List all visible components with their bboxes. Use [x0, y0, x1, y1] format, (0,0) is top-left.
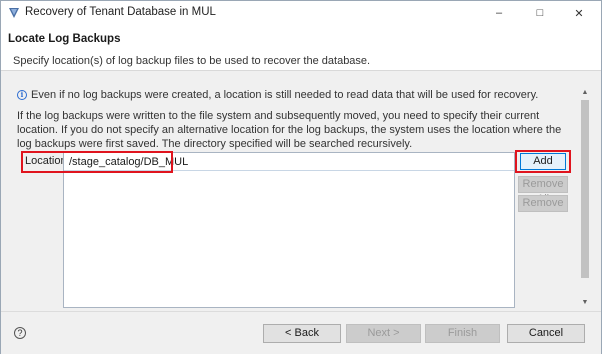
wizard-footer: ? < Back Next > Finish Cancel	[1, 311, 601, 354]
window-title: Recovery of Tenant Database in MUL	[25, 6, 216, 18]
info-text: Even if no log backups were created, a l…	[31, 89, 539, 101]
highlight-box-add	[515, 150, 571, 173]
wizard-content: i Even if no log backups were created, a…	[1, 71, 601, 311]
info-note: i Even if no log backups were created, a…	[17, 89, 538, 101]
cancel-button[interactable]: Cancel	[507, 324, 585, 343]
help-icon[interactable]: ?	[14, 327, 26, 339]
close-button[interactable]: ✕	[561, 1, 597, 25]
scroll-up-icon[interactable]: ▲	[579, 87, 591, 99]
remove-all-button[interactable]: Remove All	[518, 176, 568, 205]
title-bar: Recovery of Tenant Database in MUL – □ ✕	[1, 1, 601, 25]
page-description: Specify location(s) of log backup files …	[13, 55, 371, 67]
app-icon	[9, 8, 19, 18]
locations-list[interactable]: /stage_catalog/DB_MUL	[63, 152, 515, 308]
scroll-down-icon[interactable]: ▼	[579, 297, 591, 309]
minimize-button[interactable]: –	[481, 1, 517, 25]
finish-button[interactable]: Finish	[425, 324, 500, 343]
info-icon: i	[17, 90, 27, 100]
next-button[interactable]: Next >	[346, 324, 421, 343]
page-title: Locate Log Backups	[8, 33, 121, 45]
highlight-box-location	[21, 151, 173, 173]
recovery-dialog: Recovery of Tenant Database in MUL – □ ✕…	[0, 0, 602, 354]
wizard-header: Locate Log Backups Specify location(s) o…	[1, 25, 601, 71]
scroll-thumb[interactable]	[581, 100, 589, 278]
maximize-button[interactable]: □	[522, 1, 558, 25]
vertical-scrollbar[interactable]: ▲ ▼	[579, 87, 591, 309]
back-button[interactable]: < Back	[263, 324, 341, 343]
remove-button[interactable]: Remove	[518, 195, 568, 212]
instructions-text: If the log backups were written to the f…	[17, 110, 562, 150]
